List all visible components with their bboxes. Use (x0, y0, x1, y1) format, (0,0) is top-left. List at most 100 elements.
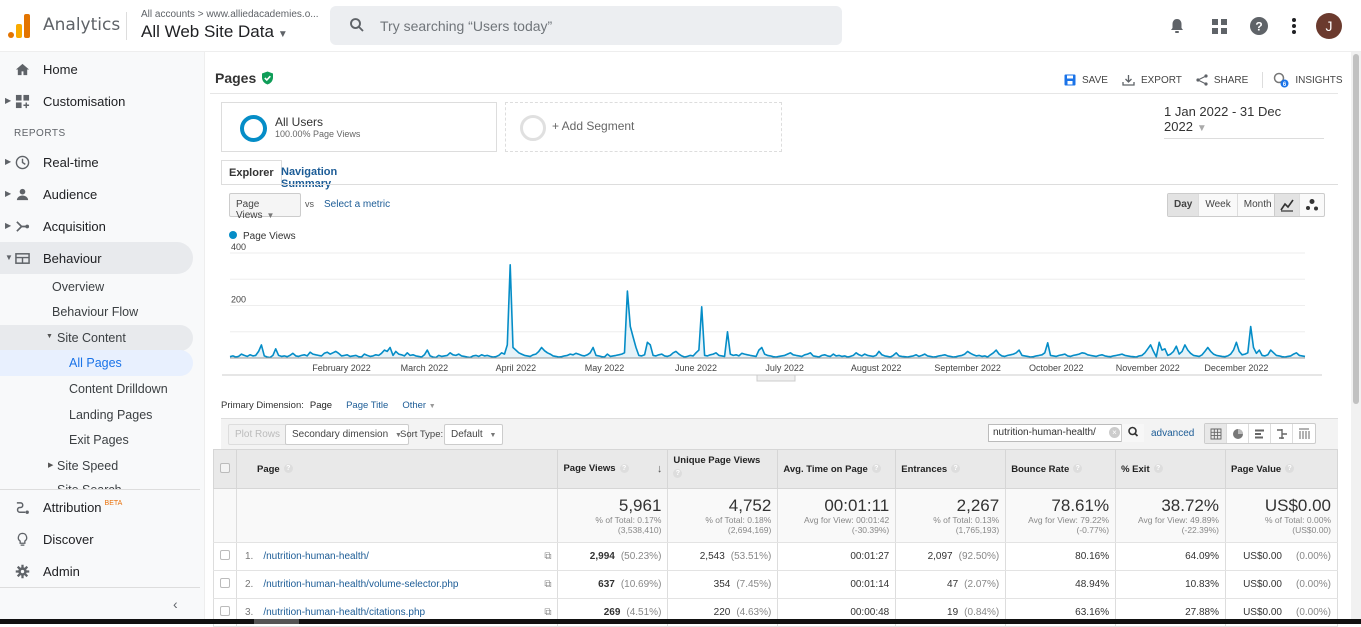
chart-resize-handle[interactable] (756, 374, 796, 382)
sidebar-item-landing-pages[interactable]: Landing Pages (0, 402, 193, 428)
sidebar-item-overview[interactable]: Overview (0, 274, 193, 300)
line-chart-button[interactable] (1275, 194, 1300, 216)
sidebar-item-site-content[interactable]: ▼ Site Content (0, 325, 193, 351)
clear-filter-icon[interactable]: × (1109, 427, 1120, 438)
page-scrollbar[interactable] (1351, 52, 1361, 624)
table-row[interactable]: 2. /nutrition-human-health/volume-selecto… (213, 570, 1338, 599)
taskbar-segment (254, 619, 299, 624)
advanced-filter-link[interactable]: advanced (1151, 428, 1194, 439)
help-icon[interactable]: ? (619, 463, 629, 473)
metric-select[interactable]: Page Views ▼ (229, 193, 301, 221)
page-link[interactable]: /nutrition-human-health/volume-selector.… (263, 579, 458, 590)
pivot-view-button[interactable] (1293, 424, 1315, 443)
sidebar-item-label: All Pages (69, 356, 122, 370)
column-header-unique-page-views[interactable]: Unique Page Views? (667, 449, 779, 489)
sidebar-item-label: Behaviour (43, 251, 102, 266)
help-icon[interactable]: ? (283, 464, 293, 474)
dimension-other-dropdown[interactable]: Other ▼ (402, 400, 435, 411)
sidebar-item-attribution[interactable]: Attribution BETA (0, 491, 193, 523)
scrollbar-thumb[interactable] (1353, 54, 1359, 404)
save-button[interactable]: SAVE (1064, 74, 1108, 86)
sidebar-item-exit-pages[interactable]: Exit Pages (0, 427, 193, 453)
more-vert-icon[interactable] (1291, 18, 1297, 34)
dimension-page-title-link[interactable]: Page Title (346, 400, 388, 411)
column-header-exit[interactable]: % Exit? (1115, 449, 1226, 489)
help-icon[interactable]: ? (1153, 464, 1163, 474)
column-header-entrances[interactable]: Entrances? (895, 449, 1007, 489)
total-note: Avg for View: 49.89% (1138, 515, 1219, 525)
sidebar-item-site-search[interactable]: Site Search (0, 479, 200, 489)
export-button[interactable]: EXPORT (1122, 74, 1182, 86)
sidebar-item-label: Home (43, 62, 78, 77)
date-range-picker[interactable]: 1 Jan 2022 - 31 Dec 2022 ▼ (1164, 104, 1324, 139)
plot-rows-button[interactable]: Plot Rows (228, 424, 288, 445)
sidebar-item-behaviour[interactable]: ▼ Behaviour (0, 242, 193, 274)
bell-icon[interactable] (1170, 18, 1184, 34)
sidebar-item-customisation[interactable]: ▶ Customisation (0, 85, 193, 117)
performance-view-button[interactable] (1249, 424, 1271, 443)
help-icon[interactable]: ? (1073, 464, 1083, 474)
sidebar-item-behaviour-flow[interactable]: Behaviour Flow (0, 299, 193, 325)
sidebar-item-real-time[interactable]: ▶ Real-time (0, 146, 193, 178)
page-title: Pages (215, 70, 257, 86)
sidebar-item-acquisition[interactable]: ▶ Acquisition (0, 210, 193, 242)
open-in-new-icon[interactable]: ⧉ (544, 551, 551, 562)
help-icon[interactable]: ? (871, 464, 881, 474)
add-segment-button[interactable]: + Add Segment (505, 102, 782, 152)
month-button[interactable]: Month (1238, 194, 1278, 216)
row-checkbox[interactable] (220, 578, 230, 588)
page-link[interactable]: /nutrition-human-health/ (263, 551, 369, 562)
account-breadcrumb[interactable]: All accounts > www.alliedacademies.o... (141, 9, 319, 20)
search-input[interactable]: Try searching “Users today” (330, 6, 842, 45)
secondary-dimension-select[interactable]: Secondary dimension ▼ (285, 424, 409, 445)
open-in-new-icon[interactable]: ⧉ (544, 579, 551, 590)
insights-button[interactable]: 6 INSIGHTS (1273, 72, 1343, 88)
tab-explorer[interactable]: Explorer (221, 160, 282, 185)
column-header-bounce-rate[interactable]: Bounce Rate? (1005, 449, 1117, 489)
row-checkbox[interactable] (220, 606, 230, 616)
help-icon[interactable]: ? (673, 469, 683, 478)
collapse-sidebar-icon[interactable]: ‹ (173, 596, 178, 612)
percentage-view-button[interactable] (1227, 424, 1249, 443)
data-view-button[interactable] (1205, 424, 1227, 443)
sidebar-item-admin[interactable]: Admin (0, 555, 193, 587)
sidebar-item-label: Content Drilldown (69, 382, 168, 396)
select-all-checkbox[interactable] (220, 462, 230, 473)
sidebar-item-all-pages[interactable]: All Pages (0, 350, 193, 376)
sort-type-select[interactable]: Default ▼ (444, 424, 504, 445)
sidebar-item-content-drilldown[interactable]: Content Drilldown (0, 376, 193, 402)
row-checkbox[interactable] (220, 550, 230, 560)
day-button[interactable]: Day (1168, 194, 1200, 216)
table-filter-input[interactable]: nutrition-human-health/ × (988, 424, 1144, 442)
column-header-avg-time-on-page[interactable]: Avg. Time on Page? (777, 449, 897, 489)
help-icon[interactable]: ? (1250, 17, 1268, 35)
open-in-new-icon[interactable]: ⧉ (544, 607, 551, 618)
help-icon[interactable]: ? (1285, 464, 1295, 474)
page-link[interactable]: /nutrition-human-health/citations.php (263, 607, 425, 618)
avatar[interactable]: J (1316, 13, 1342, 39)
share-button[interactable]: SHARE (1196, 74, 1248, 86)
comparison-view-button[interactable] (1271, 424, 1293, 443)
tab-navigation-summary[interactable]: Navigation Summary (274, 160, 344, 190)
sidebar-item-site-speed[interactable]: ▶ Site Speed (0, 453, 193, 479)
sidebar-item-audience[interactable]: ▶ Audience (0, 178, 193, 210)
help-icon[interactable]: ? (951, 464, 961, 474)
column-header-page-value[interactable]: Page Value? (1225, 449, 1338, 489)
property-selector[interactable]: All Web Site Data ▼ (141, 22, 288, 42)
sidebar-item-home[interactable]: Home (0, 53, 193, 85)
motion-chart-button[interactable] (1300, 194, 1324, 216)
analytics-logo[interactable] (8, 14, 30, 38)
dimension-other-label: Other (402, 400, 427, 411)
sidebar-item-discover[interactable]: Discover (0, 523, 193, 555)
filter-search-button[interactable] (1121, 424, 1144, 442)
series-line-page-views (229, 264, 1306, 359)
unique-page-views-pct: (7.45%) (736, 579, 772, 590)
apps-grid-icon[interactable] (1212, 19, 1227, 34)
select-metric-link[interactable]: Select a metric (324, 199, 390, 210)
segment-all-users[interactable]: All Users 100.00% Page Views (221, 102, 497, 152)
week-button[interactable]: Week (1199, 194, 1238, 216)
table-row[interactable]: 1. /nutrition-human-health/ ⧉ 2,994 (50.23%)… (213, 542, 1338, 571)
comparison-icon (1276, 428, 1287, 439)
column-header-page[interactable]: Page? (235, 449, 559, 489)
column-header-page-views[interactable]: Page Views? ↓ (557, 449, 669, 489)
